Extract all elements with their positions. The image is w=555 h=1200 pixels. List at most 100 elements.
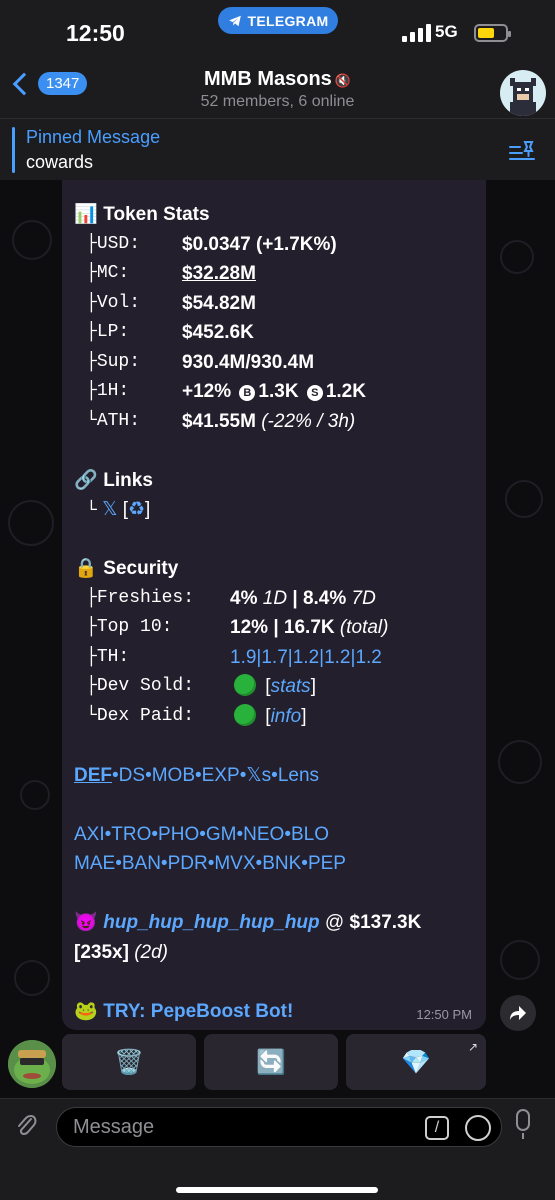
telegram-icon <box>228 15 241 26</box>
message-placeholder: Message <box>73 1116 155 1138</box>
links-heading: 🔗 Links <box>74 466 479 496</box>
stat-key: Vol: <box>96 292 141 313</box>
ath-value: $41.55M <box>182 410 256 432</box>
bot-link[interactable]: PDR <box>168 853 208 874</box>
gem-button[interactable]: 💎 ↗ <box>346 1034 486 1090</box>
security-title: Security <box>103 558 179 579</box>
bot-link[interactable]: MAE <box>74 853 115 874</box>
tool-link[interactable]: 𝕏s <box>246 765 271 786</box>
period: 7D <box>351 587 376 609</box>
refresh-button[interactable]: 🔄 <box>204 1034 338 1090</box>
stat-key: 1H: <box>96 381 130 401</box>
holder-link[interactable]: 1.9 <box>230 647 256 668</box>
chat-title[interactable]: MMB Masons 🔇 <box>0 68 555 91</box>
stats-link[interactable]: stats <box>271 676 311 697</box>
token-stats-title: Token Stats <box>103 204 210 225</box>
top10-total: 16.7K <box>283 617 335 638</box>
mute-icon: 🔇 <box>334 73 351 88</box>
stat-value: $452.6K <box>182 322 254 343</box>
info-link[interactable]: info <box>271 706 302 727</box>
sticker-icon[interactable] <box>465 1115 491 1141</box>
tool-link[interactable]: DEF <box>74 765 112 786</box>
pinned-message[interactable]: Pinned Message cowards <box>0 118 555 182</box>
bot-link[interactable]: PHO <box>158 824 199 845</box>
stat-row-sup: ├Sup: 930.4M/930.4M <box>74 348 479 378</box>
share-arrow-icon <box>510 1006 526 1020</box>
security-row-top10: ├Top 10: 12% | 16.7K (total) <box>86 617 389 638</box>
caller-link[interactable]: hup_hup_hup_hup_hup <box>103 912 319 933</box>
holder-link[interactable]: 1.2 <box>324 647 350 668</box>
bracket-close: ] <box>145 499 151 520</box>
bot-link[interactable]: BAN <box>122 853 161 874</box>
bot-link[interactable]: BNK <box>262 853 301 874</box>
ath-extra: (-22% / 3h) <box>261 410 356 432</box>
tool-link[interactable]: Lens <box>278 765 319 786</box>
security-key: Freshies: <box>96 587 195 608</box>
promo-link[interactable]: TRY: PepeBoost Bot! <box>103 1001 293 1022</box>
bot-link[interactable]: MVX <box>214 853 255 874</box>
freshies-1d: 4% <box>230 587 258 609</box>
telegram-pill[interactable]: TELEGRAM <box>218 7 338 34</box>
bots-row-1: AXI•TRO•PHO•GM•NEO•BLO <box>74 823 330 845</box>
bot-link[interactable]: AXI <box>74 824 105 845</box>
stat-row-vol: ├Vol: $54.82M <box>74 289 479 319</box>
stat-value-link[interactable]: $32.28M <box>182 259 256 289</box>
x-link[interactable]: 𝕏 <box>102 499 117 520</box>
security-key: Dev Sold: <box>96 676 195 696</box>
stat-key: USD: <box>96 233 141 254</box>
tool-link[interactable]: EXP <box>202 765 240 786</box>
microphone-icon[interactable] <box>516 1109 530 1131</box>
bot-link[interactable]: NEO <box>243 824 284 845</box>
bots-row-2: MAE•BAN•PDR•MVX•BNK•PEP <box>74 853 346 874</box>
period: 1D <box>262 587 288 609</box>
security-key: Top 10: <box>96 617 173 637</box>
bot-link[interactable]: GM <box>206 824 237 845</box>
home-indicator <box>176 1187 378 1193</box>
caller-row-2: [235x] (2d) <box>74 938 479 968</box>
devil-icon: 😈 <box>74 912 98 933</box>
total-label: (total) <box>339 617 389 638</box>
stat-row-ath: └ATH: $41.55M (-22% / 3h) <box>86 410 356 432</box>
recycle-link-icon[interactable]: ♻ <box>128 499 145 520</box>
stat-value: 930.4M/930.4M <box>182 351 315 373</box>
holder-link[interactable]: 1.7 <box>261 647 287 668</box>
stat-row-mc: ├MC: $32.28M <box>74 259 479 289</box>
security-key: TH: <box>96 646 130 667</box>
message-input[interactable]: Message / <box>56 1107 502 1147</box>
external-link-icon: ↗ <box>467 1040 478 1054</box>
message-time: 12:50 PM <box>416 1007 472 1022</box>
h1-percent: +12% <box>182 381 232 402</box>
sender-avatar[interactable] <box>8 1040 56 1088</box>
composer: Message / <box>0 1098 555 1200</box>
pinned-list-icon[interactable] <box>508 139 536 163</box>
bot-link[interactable]: TRO <box>111 824 151 845</box>
links-title: Links <box>103 469 153 491</box>
group-avatar[interactable] <box>500 70 546 116</box>
pinned-text: cowards <box>26 152 94 172</box>
forward-button[interactable] <box>500 995 536 1031</box>
holder-link[interactable]: 1.2 <box>293 647 319 668</box>
pinned-title: Pinned Message <box>26 127 161 147</box>
microphone-stand <box>522 1133 524 1139</box>
separator: | <box>273 617 279 638</box>
freshies-7d: 8.4% <box>302 587 347 609</box>
refresh-icon: 🔄 <box>256 1048 286 1076</box>
bot-commands-icon[interactable]: / <box>425 1116 449 1140</box>
security-key: Dex Paid: <box>96 705 195 726</box>
delete-button[interactable]: 🗑️ <box>62 1034 196 1090</box>
message-bubble[interactable]: 📊 Token Stats ├USD: $0.0347 (+1.7K%) ├MC… <box>62 180 486 1030</box>
security-heading: 🔒 Security <box>74 554 479 584</box>
h1-buys: 1.3K <box>258 381 299 402</box>
stat-key: ATH: <box>96 410 141 431</box>
bot-link[interactable]: BLO <box>291 824 329 845</box>
green-circle-icon <box>234 703 256 726</box>
holder-link[interactable]: 1.2 <box>355 647 381 668</box>
tool-link[interactable]: DS <box>119 765 145 786</box>
bot-link[interactable]: PEP <box>308 853 346 874</box>
paperclip-icon[interactable] <box>14 1111 38 1141</box>
gem-icon: 💎 <box>401 1048 431 1076</box>
caller-row: 😈 hup_hup_hup_hup_hup @ $137.3K <box>74 908 479 938</box>
buy-icon: B <box>239 385 256 401</box>
stat-row-usd: ├USD: $0.0347 (+1.7K%) <box>74 230 479 260</box>
tool-link[interactable]: MOB <box>152 765 195 786</box>
